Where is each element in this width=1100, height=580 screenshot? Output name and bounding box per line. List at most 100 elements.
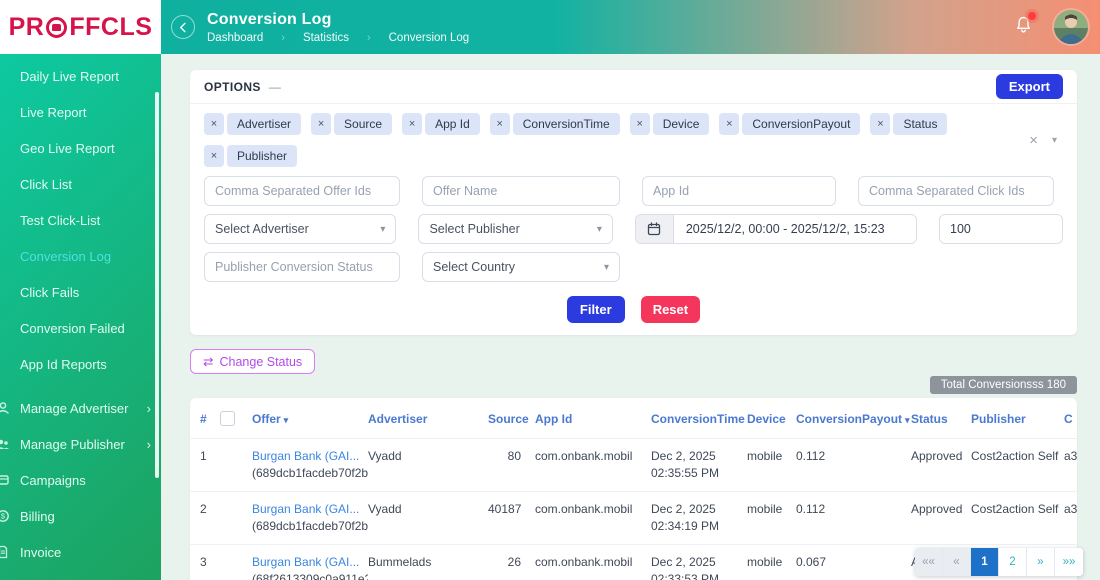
sidebar-scrollbar[interactable] bbox=[155, 92, 159, 478]
close-icon[interactable]: × bbox=[311, 113, 332, 135]
total-conversions-badge: Total Conversionsss 180 bbox=[929, 376, 1077, 394]
cell-offer: Burgan Bank (GAI... (689dcb1facdeb70f2b bbox=[252, 438, 368, 492]
calendar-icon bbox=[648, 222, 661, 236]
breadcrumb-dashboard[interactable]: Dashboard bbox=[207, 32, 263, 44]
back-button[interactable] bbox=[171, 15, 195, 39]
change-status-button[interactable]: ⇄ Change Status bbox=[190, 349, 316, 374]
pagination-first-button[interactable]: «« bbox=[915, 548, 943, 576]
close-icon[interactable]: × bbox=[719, 113, 740, 135]
pagination-page-1[interactable]: 1 bbox=[971, 548, 999, 576]
col-header-offer[interactable]: Offer ▾ bbox=[252, 398, 368, 439]
col-header-app-id: App Id bbox=[535, 411, 573, 426]
app-root: PR FFCLS Conversion Log Dashboard › Stat… bbox=[0, 0, 1100, 580]
offer-link[interactable]: Burgan Bank (GAI... bbox=[252, 448, 364, 465]
chip-conversion-time: × ConversionTime bbox=[489, 113, 620, 135]
pagination-prev-button[interactable]: « bbox=[943, 548, 971, 576]
total-row: Total Conversionsss 180 bbox=[190, 376, 1077, 394]
brand-logo[interactable]: PR FFCLS bbox=[0, 0, 161, 54]
sidebar-item-conversion-failed[interactable]: Conversion Failed bbox=[0, 310, 161, 346]
dropdown-caret-icon[interactable]: ▾ bbox=[1052, 135, 1057, 146]
options-header: OPTIONS — Export bbox=[190, 70, 1077, 104]
offer-id: (689dcb1facdeb70f2b bbox=[252, 519, 368, 534]
avatar-image bbox=[1054, 10, 1088, 44]
offer-link[interactable]: Burgan Bank (GAI... bbox=[252, 501, 364, 518]
invoice-icon bbox=[0, 545, 8, 559]
svg-text:$: $ bbox=[1, 512, 6, 521]
cell-conversion-time: Dec 2, 2025 02:33:53 PM bbox=[651, 543, 747, 580]
sidebar-item-test-click-list[interactable]: Test Click-List bbox=[0, 202, 161, 238]
publisher-conversion-status-input[interactable] bbox=[204, 252, 400, 282]
cell-app-id: com.onbank.mobil bbox=[535, 543, 651, 580]
col-header-conversion-time: ConversionTime bbox=[651, 411, 745, 426]
cell-click-id: a3 bbox=[1064, 438, 1077, 492]
sidebar-item-conversion-log[interactable]: Conversion Log bbox=[0, 238, 161, 274]
col-header-conversion-payout[interactable]: ConversionPayout ▾ bbox=[796, 398, 911, 439]
sidebar-item-click-fails[interactable]: Click Fails bbox=[0, 274, 161, 310]
col-header-num: # bbox=[200, 411, 207, 426]
notification-badge bbox=[1028, 11, 1036, 20]
clear-all-icon[interactable]: × bbox=[1029, 132, 1038, 149]
cell-source: 26 bbox=[488, 543, 535, 580]
sidebar-item-geo-live-report[interactable]: Geo Live Report bbox=[0, 130, 161, 166]
main-content: OPTIONS — Export × Advertiser × Source × Ap… bbox=[161, 54, 1100, 580]
chip-label: ConversionPayout bbox=[742, 113, 861, 135]
chips-controls: × ▾ bbox=[1029, 132, 1063, 149]
pagination-page-2[interactable]: 2 bbox=[999, 548, 1027, 576]
date-range-picker[interactable]: 2025/12/2, 00:00 - 2025/12/2, 15:23 bbox=[634, 214, 917, 244]
filter-button[interactable]: Filter bbox=[566, 296, 625, 323]
sidebar-item-daily-live-report[interactable]: Daily Live Report bbox=[0, 58, 161, 94]
sidebar-item-live-report[interactable]: Live Report bbox=[0, 94, 161, 130]
export-button[interactable]: Export bbox=[995, 74, 1063, 99]
pagination-next-button[interactable]: » bbox=[1027, 548, 1055, 576]
close-icon[interactable]: × bbox=[629, 113, 650, 135]
cell-status: Approved bbox=[911, 438, 971, 492]
sidebar-item-label: Manage Advertiser bbox=[20, 400, 129, 416]
cell-checkbox bbox=[220, 490, 252, 545]
transfer-arrows-icon: ⇄ bbox=[203, 355, 214, 369]
offer-link[interactable]: Burgan Bank (GAI... bbox=[252, 554, 364, 571]
col-header-click: C bbox=[1064, 411, 1073, 426]
publisher-select[interactable]: Select Publisher ▾ bbox=[418, 214, 613, 244]
sidebar-item-app-id-reports[interactable]: App Id Reports bbox=[0, 346, 161, 382]
publisher-select-value: Select Publisher bbox=[429, 222, 520, 236]
click-ids-input[interactable] bbox=[858, 176, 1054, 206]
close-icon[interactable]: × bbox=[870, 113, 891, 135]
chip-label: Publisher bbox=[227, 145, 298, 167]
close-icon[interactable]: × bbox=[204, 113, 224, 135]
chip-label: Source bbox=[334, 113, 393, 135]
cell-source: 80 bbox=[488, 438, 535, 492]
country-select[interactable]: Select Country ▾ bbox=[422, 252, 620, 282]
advertiser-icon bbox=[0, 402, 9, 414]
limit-input[interactable] bbox=[939, 214, 1063, 244]
sidebar-item-label: Conversion Failed bbox=[20, 320, 125, 336]
chip-app-id: × App Id bbox=[402, 113, 480, 135]
notifications-button[interactable] bbox=[1015, 11, 1036, 39]
close-icon[interactable]: × bbox=[402, 113, 423, 135]
pagination-last-button[interactable]: »» bbox=[1055, 548, 1083, 576]
advertiser-select-value: Select Advertiser bbox=[215, 222, 309, 236]
sidebar-item-click-list[interactable]: Click List bbox=[0, 166, 161, 202]
campaigns-icon bbox=[0, 475, 9, 485]
collapse-icon[interactable]: — bbox=[269, 80, 281, 94]
sidebar-item-manage-advertiser[interactable]: Manage Advertiser › bbox=[0, 390, 161, 426]
app-id-input[interactable] bbox=[642, 176, 836, 206]
sidebar-item-invoice[interactable]: Invoice bbox=[0, 534, 161, 570]
close-icon[interactable]: × bbox=[204, 145, 224, 167]
breadcrumb-statistics[interactable]: Statistics bbox=[303, 32, 349, 44]
sidebar-item-manage-publisher[interactable]: Manage Publisher › bbox=[0, 426, 161, 462]
user-avatar[interactable] bbox=[1054, 10, 1088, 44]
offer-name-input[interactable] bbox=[422, 176, 620, 206]
cell-payout: 0.112 bbox=[796, 438, 911, 492]
advertiser-select[interactable]: Select Advertiser ▾ bbox=[204, 214, 397, 244]
filter-actions: Filter Reset bbox=[204, 290, 1063, 335]
select-all-checkbox[interactable] bbox=[220, 411, 235, 426]
close-icon[interactable]: × bbox=[489, 113, 510, 135]
offer-ids-input[interactable] bbox=[204, 176, 400, 206]
cell-advertiser: Vyadd bbox=[368, 438, 488, 492]
sidebar-item-billing[interactable]: $ Billing bbox=[0, 498, 161, 534]
sidebar-item-campaigns[interactable]: Campaigns bbox=[0, 462, 161, 498]
reset-button[interactable]: Reset bbox=[640, 296, 701, 323]
sort-caret-icon: ▾ bbox=[905, 414, 910, 425]
brand-o-icon bbox=[46, 16, 68, 38]
billing-icon: $ bbox=[0, 510, 9, 522]
